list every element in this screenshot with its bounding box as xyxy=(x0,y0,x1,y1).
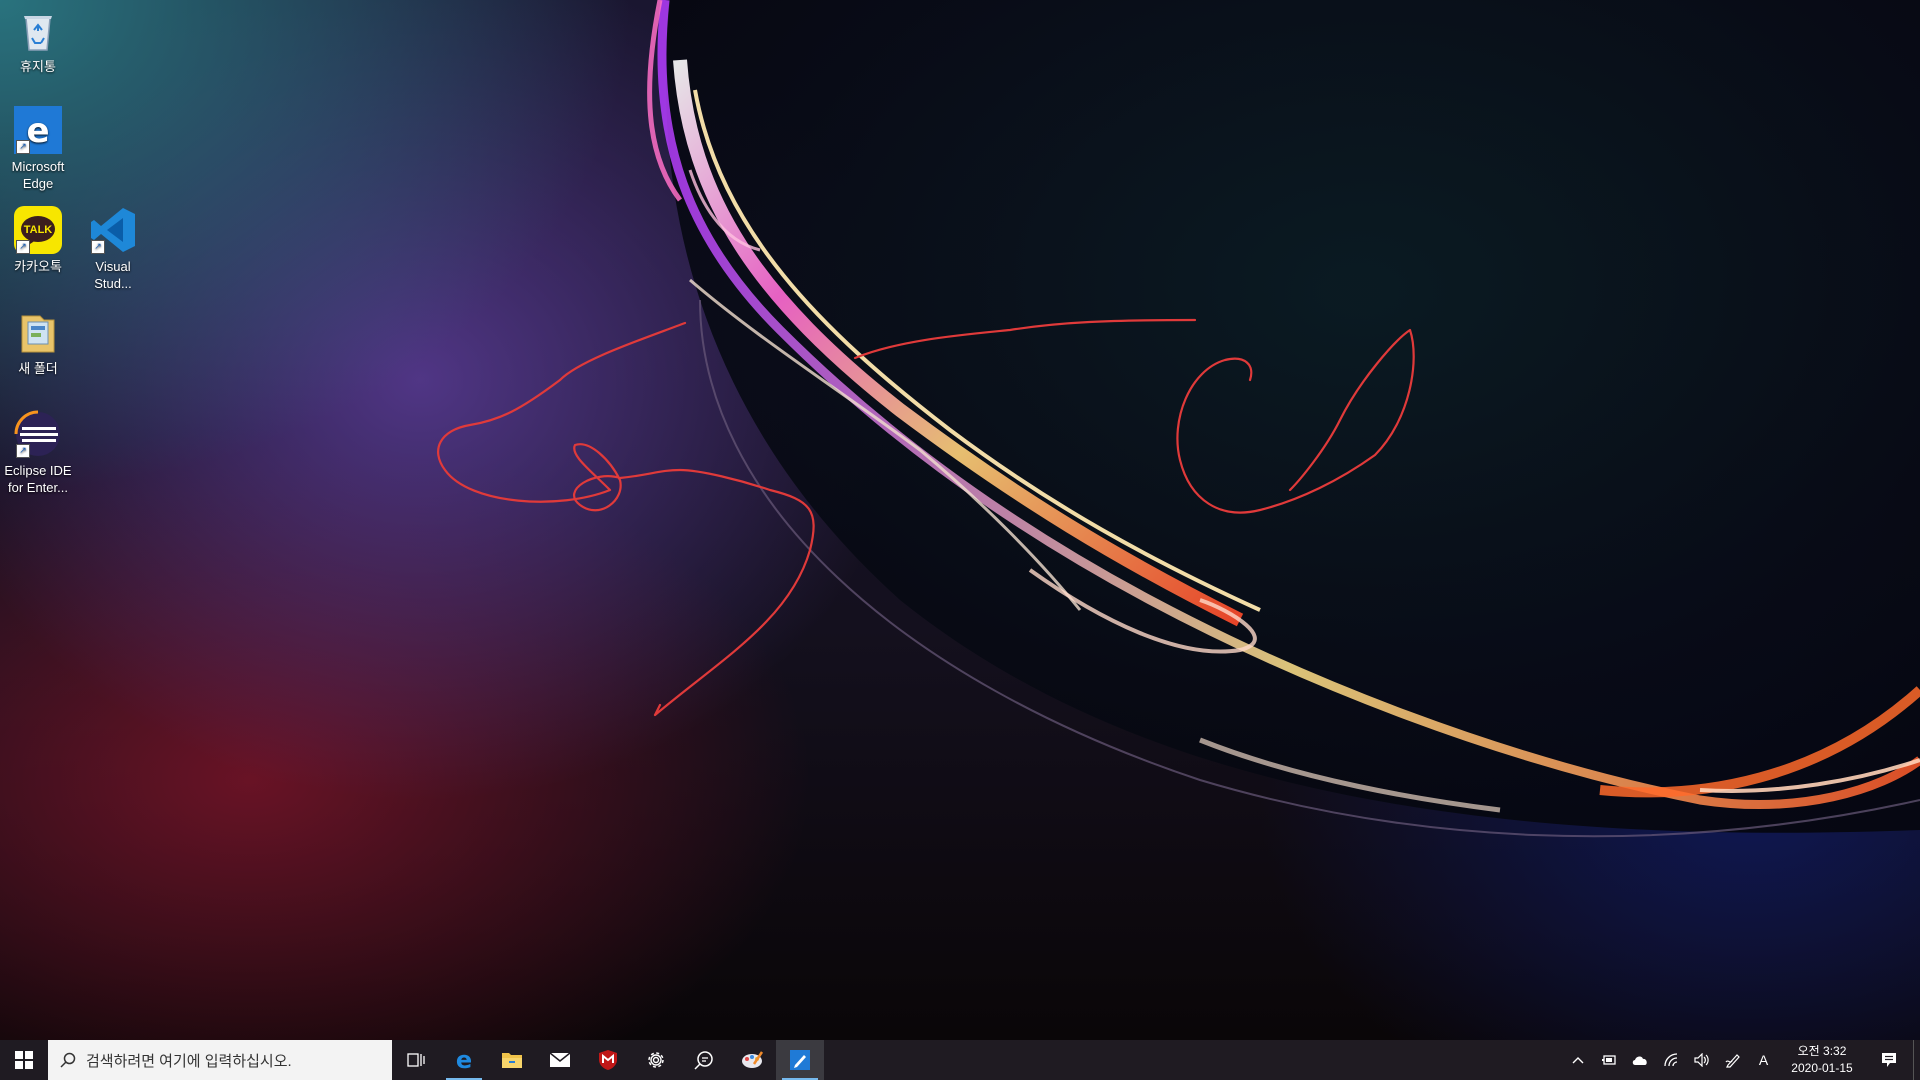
taskbar-feedback-hub-button[interactable] xyxy=(680,1040,728,1080)
shortcut-arrow-icon: ↗ xyxy=(16,240,30,254)
taskbar-paint-3d-button[interactable] xyxy=(728,1040,776,1080)
kakaotalk-badge-text: TALK xyxy=(23,224,53,236)
recycle-bin-label: 휴지통 xyxy=(20,59,56,74)
desktop-icon-kakaotalk[interactable]: TALK ↗ 카카오톡 xyxy=(1,206,75,275)
clock-date: 2020-01-15 xyxy=(1791,1061,1853,1075)
new-folder-label: 새 폴더 xyxy=(18,361,58,376)
taskbar-edge-button[interactable]: e xyxy=(440,1040,488,1080)
gear-icon xyxy=(648,1052,664,1068)
desktop-icon-vscode[interactable]: ↗ Visual Stud... xyxy=(76,206,150,292)
taskbar-file-explorer-button[interactable] xyxy=(488,1040,536,1080)
search-placeholder: 검색하려면 여기에 입력하십시오. xyxy=(86,1052,292,1070)
svg-text:e: e xyxy=(456,1048,472,1072)
taskbar-mail-button[interactable] xyxy=(536,1040,584,1080)
search-icon xyxy=(60,1052,76,1068)
desktop-icon-recycle-bin[interactable]: 휴지통 xyxy=(1,6,75,75)
desktop-icon-new-folder[interactable]: 새 폴더 xyxy=(1,308,75,377)
feedback-hub-icon xyxy=(694,1051,713,1070)
pen-ink-icon xyxy=(1725,1054,1740,1068)
taskbar-search-box[interactable]: 검색하려면 여기에 입력하십시오. xyxy=(48,1040,392,1080)
show-desktop-button[interactable] xyxy=(1913,1040,1920,1080)
edge-icon: e xyxy=(456,1048,472,1072)
system-tray: A 오전 3:32 2020-01-15 xyxy=(1562,1040,1920,1080)
eclipse-icon: ↗ xyxy=(14,410,62,458)
chevron-up-icon xyxy=(1572,1057,1583,1064)
action-center-button[interactable] xyxy=(1865,1040,1913,1080)
file-explorer-icon xyxy=(502,1053,522,1068)
wifi-icon xyxy=(1663,1053,1677,1067)
kakaotalk-icon: TALK ↗ xyxy=(14,206,62,254)
taskbar-settings-button[interactable] xyxy=(632,1040,680,1080)
taskbar-mcafee-button[interactable] xyxy=(584,1040,632,1080)
task-view-button[interactable] xyxy=(392,1040,440,1080)
mail-icon xyxy=(549,1052,571,1067)
edge-icon: e ↗ xyxy=(14,106,62,154)
task-view-icon xyxy=(407,1053,425,1067)
windows-logo-icon xyxy=(15,1051,33,1069)
folder-icon xyxy=(14,308,62,356)
recycle-bin-icon xyxy=(14,6,62,54)
eclipse-label: Eclipse IDE for Enter... xyxy=(4,463,72,495)
ink-strokes xyxy=(437,318,1415,717)
desktop-wallpaper xyxy=(0,0,1920,1040)
desktop-icon-edge[interactable]: e ↗ Microsoft Edge xyxy=(1,106,75,192)
start-button[interactable] xyxy=(0,1040,48,1080)
taskbar-sketchpad-button[interactable] xyxy=(776,1040,824,1080)
mcafee-shield-icon xyxy=(599,1050,617,1070)
vscode-icon: ↗ xyxy=(89,206,137,254)
tray-windows-ink-button[interactable] xyxy=(1717,1040,1748,1080)
show-hidden-icons-button[interactable] xyxy=(1562,1040,1593,1080)
onedrive-cloud-icon xyxy=(1632,1056,1647,1065)
taskbar-clock[interactable]: 오전 3:32 2020-01-15 xyxy=(1779,1043,1865,1077)
tray-volume-button[interactable] xyxy=(1686,1040,1717,1080)
edge-label: Microsoft Edge xyxy=(11,159,65,191)
sketchpad-pen-icon xyxy=(790,1050,810,1070)
battery-icon xyxy=(1601,1055,1616,1065)
kakaotalk-label: 카카오톡 xyxy=(14,259,62,274)
shortcut-arrow-icon: ↗ xyxy=(91,240,105,254)
shortcut-arrow-icon: ↗ xyxy=(16,140,30,154)
shortcut-arrow-icon: ↗ xyxy=(16,444,30,458)
desktop-icon-eclipse[interactable]: ↗ Eclipse IDE for Enter... xyxy=(1,410,75,496)
clock-time: 오전 3:32 xyxy=(1797,1044,1847,1058)
vscode-label: Visual Stud... xyxy=(94,259,132,291)
tray-onedrive-button[interactable] xyxy=(1624,1040,1655,1080)
tray-battery-button[interactable] xyxy=(1593,1040,1624,1080)
taskbar: 검색하려면 여기에 입력하십시오. e A 오전 3:32 2020-01-15 xyxy=(0,1040,1920,1080)
input-language-indicator[interactable]: A xyxy=(1748,1040,1779,1080)
notification-icon xyxy=(1882,1053,1896,1067)
tray-network-button[interactable] xyxy=(1655,1040,1686,1080)
paint-3d-icon xyxy=(742,1051,764,1068)
speaker-icon xyxy=(1693,1053,1709,1067)
